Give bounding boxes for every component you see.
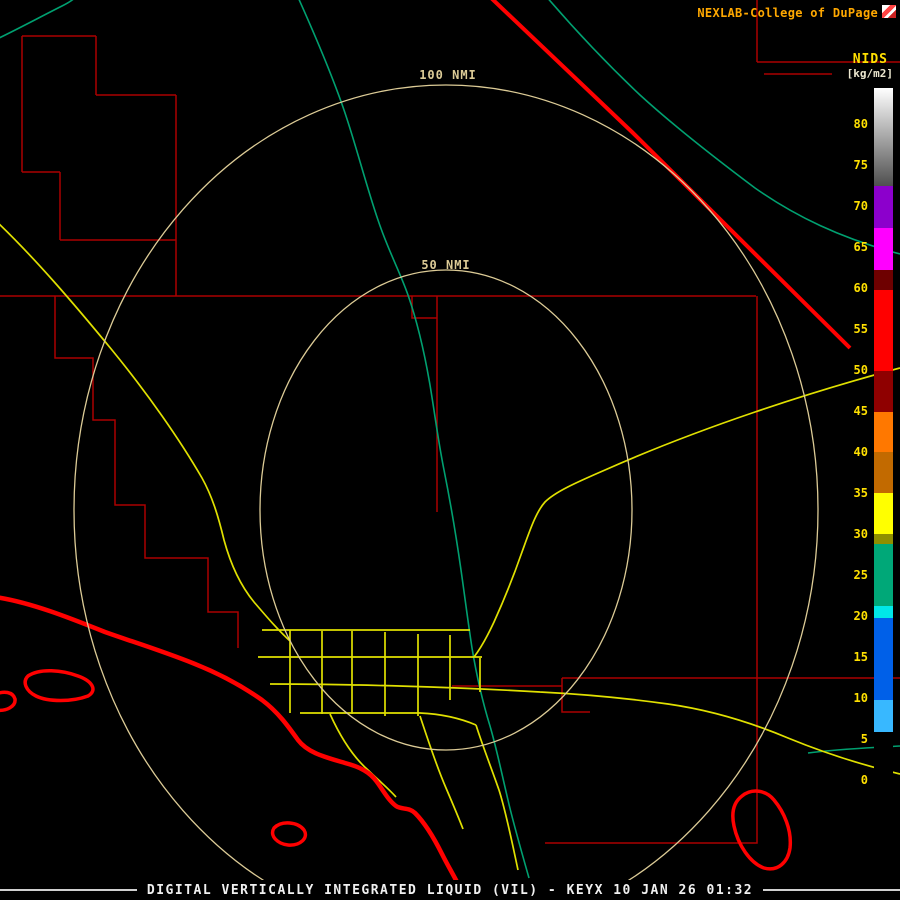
range-rings [74, 85, 818, 900]
colorbar-segment [874, 618, 893, 700]
colorbar-segment [874, 452, 893, 493]
attribution-text: NEXLAB-College of DuPage [697, 6, 878, 20]
colorbar-segment [874, 270, 893, 290]
coastline-path [0, 597, 458, 884]
road-lines [0, 220, 900, 870]
units-label: [kg/m2] [847, 67, 893, 80]
radar-display: 100 NMI 50 NMI NEXLAB-College of DuPage … [0, 0, 900, 900]
colorbar-segment [874, 544, 893, 606]
product-title: DIGITAL VERTICALLY INTEGRATED LIQUID (VI… [147, 883, 753, 898]
colorbar [874, 88, 893, 790]
colorbar-segment [874, 290, 893, 371]
river-lines [0, 0, 900, 878]
colorbar-segment [874, 228, 893, 270]
colorbar-segment [874, 606, 893, 618]
radar-map: 100 NMI 50 NMI [0, 0, 900, 900]
cod-logo-icon [882, 5, 896, 18]
colorbar-segment [874, 412, 893, 452]
rivers [0, 0, 900, 878]
colorbar-segment [874, 534, 893, 544]
islands [0, 671, 790, 869]
inner-ring-label: 50 NMI [421, 258, 470, 272]
nids-label: NIDS [853, 52, 888, 67]
colorbar-segment [874, 88, 893, 186]
colorbar-segment [874, 700, 893, 732]
coastline [0, 597, 458, 884]
colorbar-segment [874, 371, 893, 412]
colorbar-segment [874, 732, 893, 790]
colorbar-segment [874, 493, 893, 534]
footer-rule-left [0, 889, 137, 891]
highways-roads [0, 220, 900, 870]
range-ring-100nmi [74, 85, 818, 900]
outer-ring-label: 100 NMI [419, 68, 477, 82]
colorbar-segment [874, 186, 893, 228]
footer-rule-right [763, 889, 900, 891]
island-outlines [0, 671, 790, 869]
footer-bar: DIGITAL VERTICALLY INTEGRATED LIQUID (VI… [0, 880, 900, 900]
